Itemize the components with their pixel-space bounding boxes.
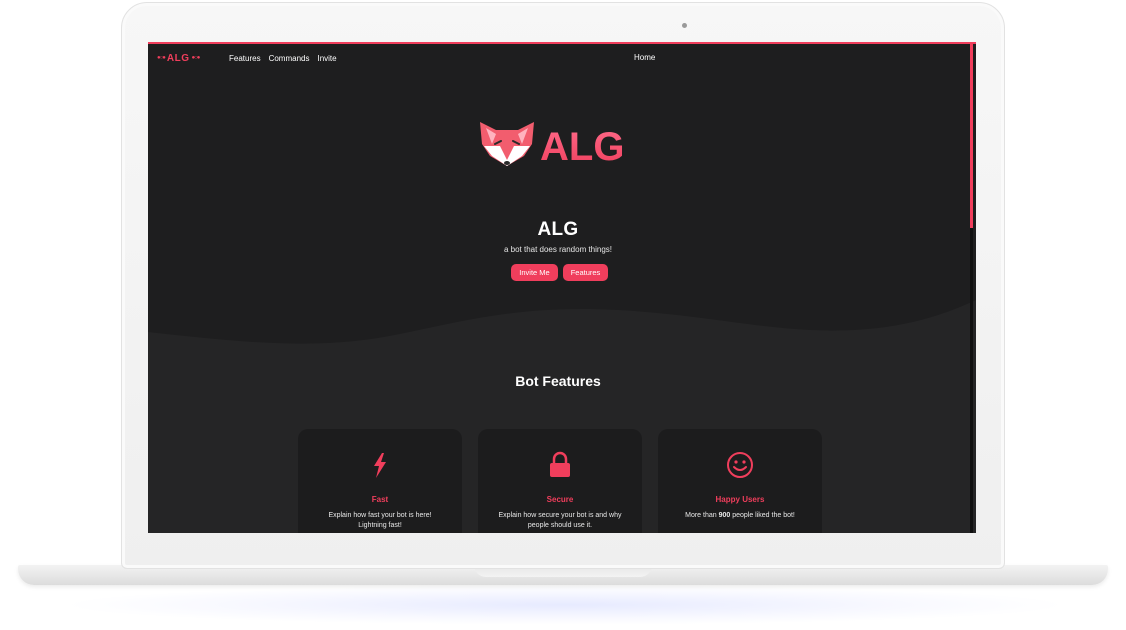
desc-suffix: people liked the bot! xyxy=(730,512,795,519)
nav-logo-text: ALG xyxy=(166,52,190,64)
desc-prefix: More than xyxy=(685,512,719,519)
feature-title: Fast xyxy=(371,495,389,504)
nav-link-commands[interactable]: Commands xyxy=(269,54,310,63)
navbar: ●○● ALG ●○● Features Commands Invite Hom… xyxy=(148,44,968,72)
features-button[interactable]: Features xyxy=(563,264,608,281)
feature-description: Explain how fast your bot is here! Light… xyxy=(328,512,432,529)
wave-divider xyxy=(148,300,976,374)
feature-title: Happy Users xyxy=(715,495,765,504)
happy-user-count: 900 xyxy=(718,512,731,519)
lightning-icon xyxy=(374,453,386,478)
camera-icon xyxy=(682,23,687,28)
hero-logo-text: ALG xyxy=(540,125,624,169)
feature-title: Secure xyxy=(546,495,574,504)
nav-logo-left-dots-icon: ●○● xyxy=(157,55,166,61)
nav-logo-right-dots-icon: ●○● xyxy=(191,55,200,61)
nav-link-invite[interactable]: Invite xyxy=(317,54,336,63)
invite-me-button[interactable]: Invite Me xyxy=(511,264,558,281)
nav-logo[interactable]: ●○● ALG ●○● xyxy=(157,51,217,65)
laptop-shadow xyxy=(60,585,1070,625)
feature-card-secure: Secure Explain how secure your bot is an… xyxy=(478,429,642,533)
feature-card-happy-users: Happy Users More than 900 people liked t… xyxy=(658,429,822,533)
hero-title: ALG xyxy=(537,219,579,240)
fox-icon xyxy=(480,122,534,166)
nav-link-home[interactable]: Home xyxy=(634,53,655,62)
browser-screen: ●○● ALG ●○● Features Commands Invite Hom… xyxy=(148,42,976,533)
scrollbar-thumb[interactable] xyxy=(970,44,973,228)
feature-description: More than 900 people liked the bot! xyxy=(676,511,804,521)
hero-logo: ALG xyxy=(480,122,624,169)
feature-description: Explain how secure your bot is and why p… xyxy=(498,512,622,529)
nav-link-features[interactable]: Features xyxy=(229,54,261,63)
lock-icon xyxy=(550,451,570,477)
bot-features-heading: Bot Features xyxy=(515,373,601,389)
hero-subtitle: a bot that does random things! xyxy=(503,245,613,254)
feature-card-fast: Fast Explain how fast your bot is here! … xyxy=(298,429,462,533)
smiley-icon xyxy=(727,452,753,478)
